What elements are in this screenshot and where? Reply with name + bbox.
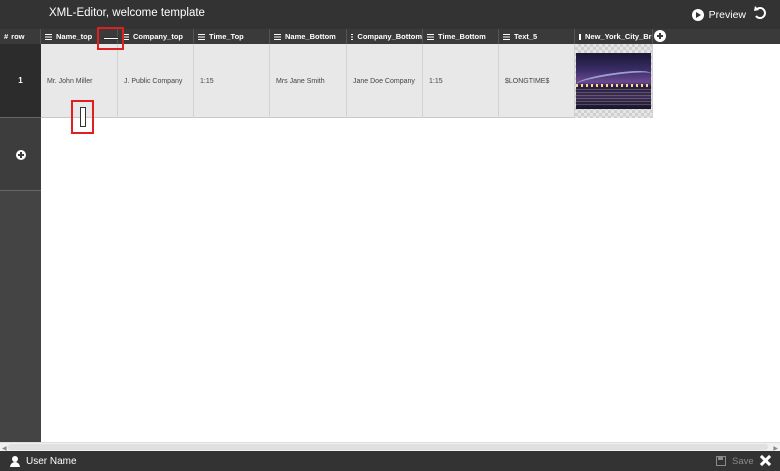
column-header-row-number: # row [0,29,41,44]
column-header-text-5[interactable]: Text_5 [499,29,575,44]
preview-button[interactable]: Preview [691,7,746,23]
text-lines-icon [503,33,510,40]
text-lines-icon [274,33,281,40]
scrollbar-track[interactable] [8,444,768,450]
title-bar: XML-Editor, welcome template Preview [0,0,780,29]
column-label: Name_top [56,32,93,41]
user-icon [10,456,20,467]
save-button[interactable]: Save [716,455,754,467]
column-resize-handle-highlight[interactable] [97,27,124,50]
app-title: XML-Editor, welcome template [49,7,205,19]
horizontal-resize-arrow-icon [103,37,119,40]
column-label: Company_Bottom [357,32,422,41]
text-lines-icon [45,33,52,40]
column-header-company-bottom[interactable]: Company_Bottom [347,29,423,44]
column-header-time-top[interactable]: Time_Top [194,29,270,44]
horizontal-scrollbar[interactable]: ◀ ▶ [0,442,780,452]
cell-time-top[interactable]: 1:15 [194,44,270,118]
text-lines-icon [198,33,205,40]
vertical-resize-arrow-icon [80,107,86,127]
cell-image[interactable] [575,44,653,118]
text-lines-icon [351,33,354,40]
hash-icon: # [4,32,9,41]
image-icon [579,33,581,40]
play-icon [691,9,704,21]
city-bridge-thumbnail [576,53,651,109]
column-label: Text_5 [514,32,538,41]
cell-company-top[interactable]: J. Public Company [118,44,194,118]
xml-editor-window: XML-Editor, welcome template Preview # r… [0,0,780,471]
undo-icon[interactable] [754,6,768,22]
column-label: Time_Top [209,32,244,41]
row-number[interactable]: 1 [0,44,41,118]
column-label: row [11,32,25,41]
cell-time-bottom[interactable]: 1:15 [423,44,499,118]
table-row: Mr. John Miller J. Public Company 1:15 M… [41,44,653,118]
add-row-button[interactable] [0,118,41,191]
preview-label: Preview [708,9,746,21]
column-header-time-bottom[interactable]: Time_Bottom [423,29,499,44]
column-label: Company_top [133,32,184,41]
column-header-name-bottom[interactable]: Name_Bottom [270,29,347,44]
cell-name-bottom[interactable]: Mrs Jane Smith [270,44,347,118]
column-header-company-top[interactable]: Company_top [118,29,194,44]
row-resize-handle-highlight[interactable] [71,100,94,134]
close-icon[interactable] [760,455,771,466]
column-label: Time_Bottom [438,32,486,41]
cell-text-5[interactable]: $LONGTIME$ [499,44,575,118]
column-label: Name_Bottom [285,32,336,41]
floppy-disk-icon [716,456,726,466]
user-name[interactable]: User Name [26,456,77,467]
water-reflection [576,89,651,107]
footer-bar: User Name Save [0,451,780,471]
save-label: Save [732,455,754,467]
column-header-image[interactable]: New_York_City_Bri [575,29,653,44]
plus-circle-icon [16,150,26,160]
add-column-button[interactable] [654,30,666,42]
city-lights [576,84,651,87]
cell-company-bottom[interactable]: Jane Doe Company [347,44,423,118]
column-label: New_York_City_Bri [585,32,653,41]
text-lines-icon [427,33,434,40]
